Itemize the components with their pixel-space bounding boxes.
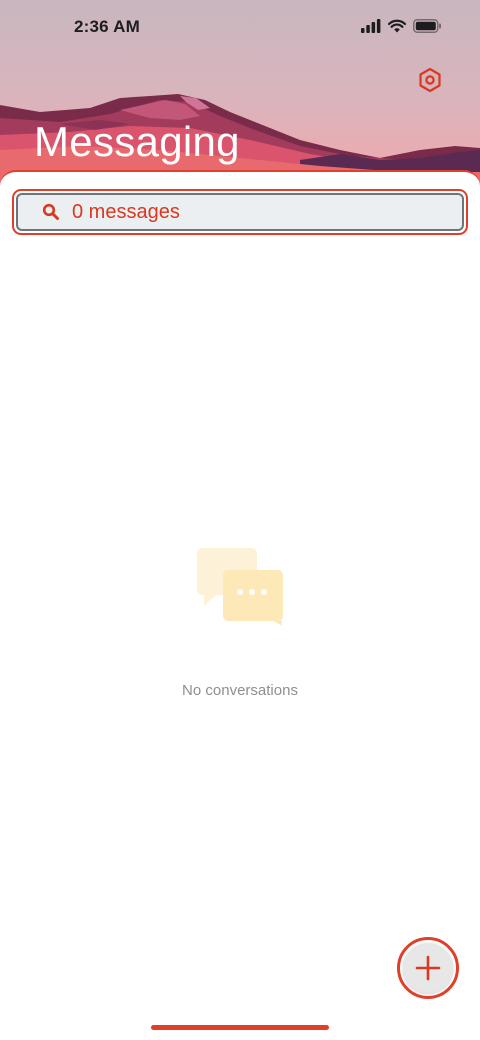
empty-state-message: No conversations — [182, 682, 298, 699]
settings-hexagon-icon — [419, 67, 441, 93]
search-field[interactable]: 0 messages — [12, 189, 468, 235]
home-indicator[interactable] — [151, 1025, 329, 1030]
plus-icon — [415, 955, 441, 981]
search-input[interactable]: 0 messages — [16, 193, 464, 231]
cellular-signal-icon — [361, 19, 381, 33]
battery-icon — [413, 19, 441, 33]
status-bar: 2:36 AM — [0, 0, 480, 56]
status-icons — [361, 19, 442, 33]
search-icon — [42, 203, 59, 220]
chat-bubbles-icon — [197, 548, 283, 626]
page-title: Messaging — [34, 118, 240, 165]
status-time: 2:36 AM — [74, 17, 140, 36]
fab-surface[interactable] — [403, 943, 453, 993]
settings-button[interactable] — [416, 66, 444, 94]
wifi-icon — [388, 19, 406, 33]
search-text: 0 messages — [72, 200, 180, 223]
new-conversation-button[interactable] — [397, 937, 459, 999]
empty-state-illustration — [194, 544, 286, 628]
